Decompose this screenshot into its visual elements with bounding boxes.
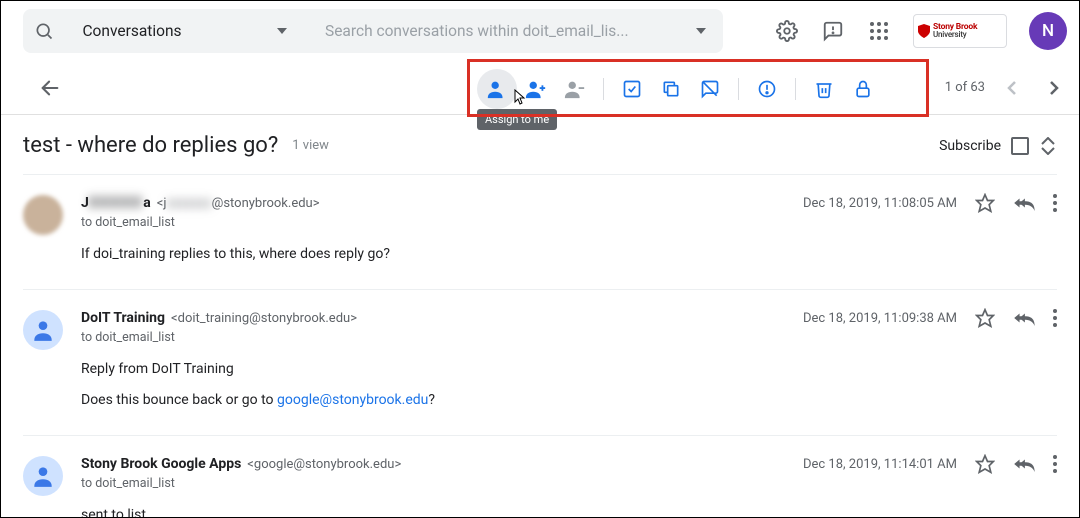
star-icon[interactable]: [975, 454, 995, 474]
message: Stony Brook Google Apps <google@stonybro…: [23, 436, 1057, 518]
spam-button[interactable]: [747, 69, 787, 109]
star-icon[interactable]: [975, 193, 995, 213]
reply-all-icon[interactable]: [1013, 456, 1035, 472]
next-page-button[interactable]: [1039, 73, 1069, 103]
mark-complete-button[interactable]: [612, 69, 652, 109]
sender-email: <jxxxxxxx@stonybrook.edu>: [157, 196, 320, 211]
avatar: [23, 310, 63, 350]
search-input[interactable]: Search conversations within doit_email_l…: [325, 22, 689, 40]
header: Conversations Search conversations withi…: [1, 1, 1079, 61]
star-icon[interactable]: [975, 308, 995, 328]
recipient: to doit_email_list: [81, 215, 1057, 230]
search-bar: Conversations Search conversations withi…: [23, 9, 723, 53]
recipient: to doit_email_list: [81, 330, 1057, 345]
prev-page-button[interactable]: [997, 73, 1027, 103]
toolbar-separator: [795, 78, 796, 100]
search-scope-label: Conversations: [82, 22, 181, 40]
message-list: JXXXXXa <jxxxxxxx@stonybrook.edu> Dec 18…: [1, 174, 1079, 518]
sender-name: JXXXXXa: [81, 195, 151, 211]
message-body: Reply from DoIT Training Does this bounc…: [81, 359, 1057, 411]
sender-name: Stony Brook Google Apps: [81, 456, 241, 472]
reply-all-icon[interactable]: [1013, 310, 1035, 326]
shield-icon: [918, 24, 930, 38]
sender-email: <doit_training@stonybrook.edu>: [171, 311, 357, 326]
recipient: to doit_email_list: [81, 476, 1057, 491]
more-icon[interactable]: [1053, 309, 1057, 327]
avatar-initial: N: [1042, 21, 1054, 41]
toolbar-separator: [738, 78, 739, 100]
message: JXXXXXa <jxxxxxxx@stonybrook.edu> Dec 18…: [23, 174, 1057, 290]
avatar: [23, 195, 63, 235]
timestamp: Dec 18, 2019, 11:08:05 AM: [803, 196, 957, 211]
gear-icon[interactable]: [775, 19, 799, 43]
search-icon: [33, 19, 54, 43]
no-action-button[interactable]: [690, 69, 730, 109]
timestamp: Dec 18, 2019, 11:14:01 AM: [803, 457, 957, 472]
account-avatar[interactable]: N: [1029, 12, 1067, 50]
drop-button[interactable]: [555, 69, 595, 109]
back-button[interactable]: [39, 77, 61, 99]
subscribe-checkbox[interactable]: [1011, 137, 1029, 155]
more-icon[interactable]: [1053, 194, 1057, 212]
page-indicator: 1 of 63: [945, 80, 985, 95]
search-scope-dropdown[interactable]: Conversations: [33, 19, 293, 43]
app-window: Conversations Search conversations withi…: [0, 0, 1080, 518]
header-actions: Stony BrookUniversity N: [775, 12, 1067, 50]
pagination: 1 of 63: [945, 73, 1069, 103]
avatar: [23, 456, 63, 496]
take-button[interactable]: [516, 69, 556, 109]
sender-name: DoIT Training: [81, 310, 165, 326]
toolbar-actions: [477, 67, 883, 111]
subscribe-label: Subscribe: [939, 138, 1001, 154]
mark-duplicate-button[interactable]: [651, 69, 691, 109]
delete-button[interactable]: [804, 69, 844, 109]
expand-collapse-icon[interactable]: [1039, 137, 1057, 155]
brand-logo[interactable]: Stony BrookUniversity: [913, 14, 1007, 48]
message-body: If doi_training replies to this, where d…: [81, 244, 1057, 265]
toolbar-separator: [603, 78, 604, 100]
view-count: 1 view: [292, 138, 329, 153]
feedback-icon[interactable]: [821, 19, 845, 43]
timestamp: Dec 18, 2019, 11:09:38 AM: [803, 311, 957, 326]
message-body: sent to list: [81, 505, 1057, 518]
sender-email: <google@stonybrook.edu>: [247, 457, 401, 472]
chevron-down-icon: [272, 19, 293, 43]
tooltip: Assign to me: [477, 109, 557, 130]
email-link[interactable]: google@stonybrook.edu: [277, 392, 428, 408]
message: DoIT Training <doit_training@stonybrook.…: [23, 290, 1057, 436]
thread-toolbar: Assign to me 1 of 63: [1, 61, 1079, 115]
more-icon[interactable]: [1053, 455, 1057, 473]
lock-button[interactable]: [843, 69, 883, 109]
thread-title: test - where do replies go?: [23, 133, 278, 158]
search-options-chevron-icon[interactable]: [689, 19, 713, 43]
reply-all-icon[interactable]: [1013, 195, 1035, 211]
assign-to-me-button[interactable]: [477, 69, 517, 109]
apps-grid-icon[interactable]: [867, 19, 891, 43]
